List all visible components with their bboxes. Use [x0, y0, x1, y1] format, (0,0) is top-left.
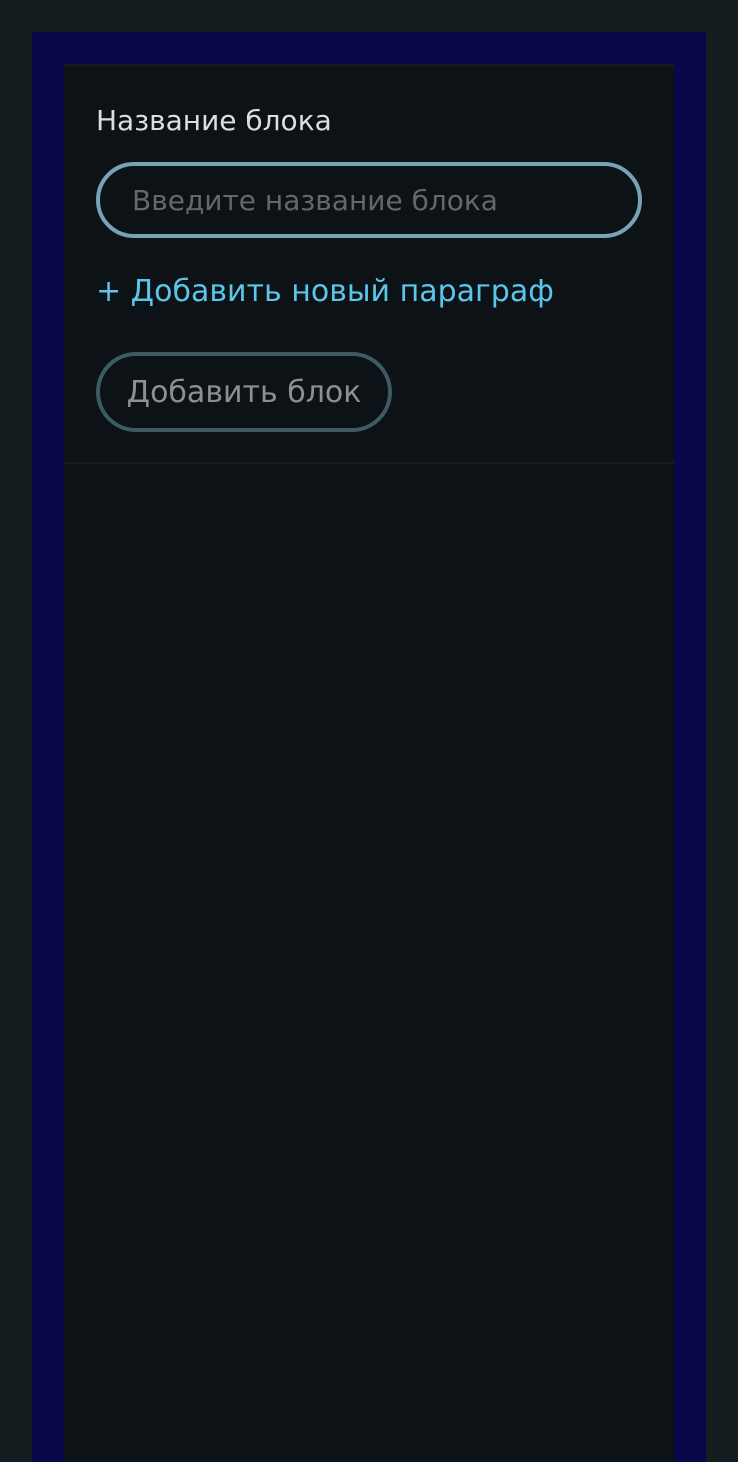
block-name-input[interactable] [96, 162, 642, 238]
block-name-label: Название блока [96, 104, 332, 137]
block-form: Название блока + Добавить новый параграф… [64, 66, 674, 464]
editor-panel: Название блока + Добавить новый параграф… [64, 64, 674, 1462]
editor-frame: Название блока + Добавить новый параграф… [32, 32, 706, 1462]
add-block-button[interactable]: Добавить блок [96, 352, 392, 432]
add-paragraph-link[interactable]: + Добавить новый параграф [96, 274, 554, 309]
